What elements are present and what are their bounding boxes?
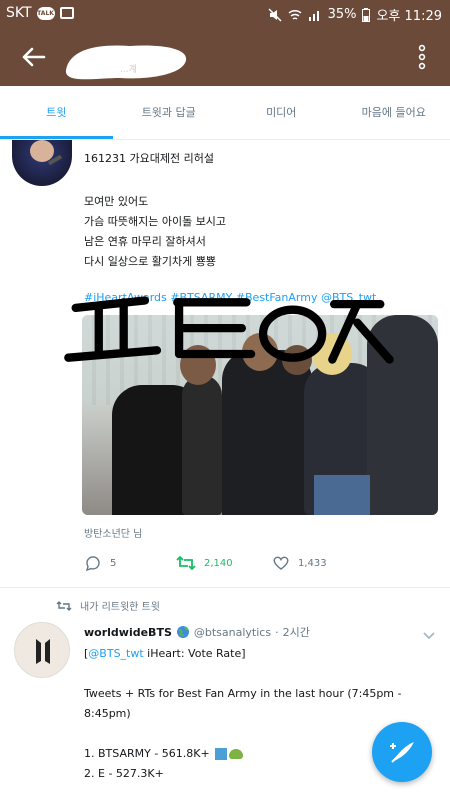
tweet-line: [@BTS_twt iHeart: Vote Rate] — [84, 647, 246, 660]
profile-name-partial: ...계 — [120, 65, 137, 75]
like-button[interactable]: 1,433 — [272, 554, 327, 572]
tweet-options-button[interactable] — [422, 626, 436, 645]
tweet-line: 남은 연휴 마무리 잘하셔서 — [84, 235, 206, 248]
compose-feather-icon — [390, 742, 414, 763]
bts-logo-icon — [36, 639, 50, 664]
photo-tag[interactable]: 방탄소년단 님 — [84, 525, 142, 540]
like-count: 1,433 — [298, 557, 327, 569]
retweet-small-icon — [56, 600, 72, 611]
compose-tweet-button[interactable] — [372, 722, 432, 782]
heart-icon — [273, 556, 289, 570]
tweet-title: 161231 가요대제전 리허설 — [84, 152, 214, 165]
wifi-icon — [288, 9, 302, 20]
clock: 오후 11:29 — [376, 9, 442, 24]
tweet-actions: 5 2,140 1,433 — [84, 554, 344, 578]
turtle-emoji-icon — [229, 749, 244, 759]
tweet-line: 다시 일상으로 활기차게 뿅뿅 — [84, 255, 216, 268]
app-bar: ...계 — [0, 28, 450, 86]
mute-icon — [268, 7, 282, 22]
redaction-scribble — [65, 45, 187, 80]
chevron-down-icon — [423, 632, 435, 640]
back-button[interactable] — [18, 42, 48, 72]
status-bar: SKT TALK 35% 오후 11:29 — [0, 0, 450, 28]
retweet-button[interactable]: 2,140 — [176, 554, 233, 572]
reply-count: 5 — [110, 557, 117, 569]
carrier-label: SKT — [6, 5, 32, 21]
tweet-card[interactable]: 161231 가요대제전 리허설 모여만 있어도 가슴 따뜻해지는 아이돌 보시… — [0, 140, 450, 588]
overflow-menu-button[interactable] — [416, 44, 428, 70]
tweet-header: worldwideBTS @btsanalytics · 2시간 — [84, 625, 310, 640]
battery-icon — [362, 7, 371, 22]
retweet-context-label: 내가 리트윗한 트윗 — [80, 602, 160, 613]
tweet-line: Tweets + RTs for Best Fan Army in the la… — [84, 687, 402, 700]
tweet-time: 2시간 — [282, 626, 310, 639]
tab-likes[interactable]: 마음에 들어요 — [338, 86, 450, 139]
mention-link[interactable]: @BTS_twt — [88, 647, 143, 660]
signal-icon — [308, 10, 319, 21]
reply-button[interactable]: 5 — [84, 554, 116, 572]
tab-media[interactable]: 미디어 — [225, 86, 338, 139]
kakaotalk-icon: TALK — [36, 6, 55, 20]
more-vertical-icon — [418, 44, 426, 70]
handwritten-overlay — [64, 296, 394, 364]
avatar[interactable] — [14, 622, 70, 678]
tweet-line: 모여만 있어도 — [84, 195, 149, 208]
retweet-context: 내가 리트윗한 트윗 — [56, 598, 160, 613]
avatar[interactable] — [12, 140, 72, 186]
author-name[interactable]: worldwideBTS — [84, 626, 172, 639]
author-handle[interactable]: @btsanalytics — [194, 626, 271, 639]
globe-icon — [176, 626, 189, 638]
arrow-left-icon — [22, 47, 46, 67]
battery-percent: 35% — [327, 7, 357, 22]
up-arrow-emoji-icon — [215, 748, 228, 760]
tab-tweets-and-replies[interactable]: 트윗과 답글 — [113, 86, 226, 139]
retweet-icon — [176, 555, 196, 571]
tweet-line: 8:45pm) — [84, 707, 131, 720]
retweet-count: 2,140 — [204, 557, 233, 569]
tab-tweets[interactable]: 트윗 — [0, 86, 113, 139]
gallery-icon — [59, 7, 74, 19]
tweet-line: 가슴 따뜻해지는 아이돌 보시고 — [84, 215, 227, 228]
reply-icon — [85, 556, 100, 572]
profile-tabs: 트윗 트윗과 답글 미디어 마음에 들어요 — [0, 86, 450, 140]
tweet-text: 모여만 있어도 가슴 따뜻해지는 아이돌 보시고 남은 연휴 마무리 잘하셔서 … — [84, 192, 226, 272]
